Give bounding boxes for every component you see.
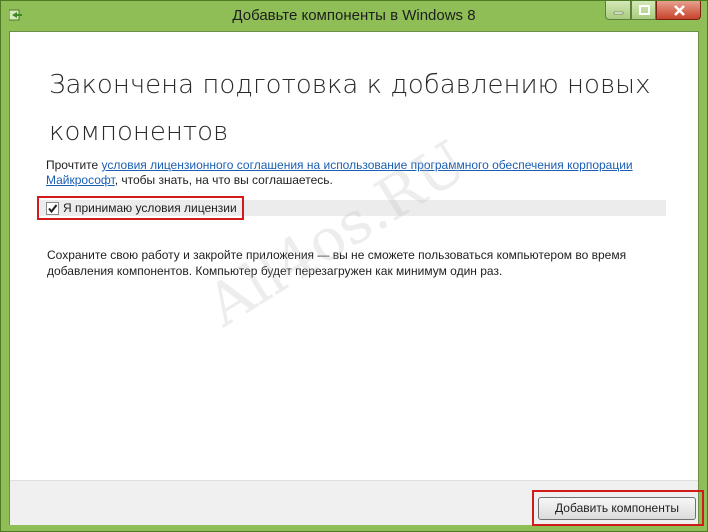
close-button[interactable] <box>656 1 701 20</box>
add-components-button[interactable]: Добавить компоненты <box>538 497 696 520</box>
restart-notice: Сохраните свою работу и закройте приложе… <box>47 248 627 278</box>
close-icon <box>674 5 685 16</box>
minimize-icon <box>613 11 624 15</box>
license-prefix: Прочтите <box>46 158 102 172</box>
window-title: Добавьте компоненты в Windows 8 <box>232 7 476 24</box>
app-window: Добавьте компоненты в Windows 8 Закончен… <box>0 0 708 532</box>
accept-highlight-frame <box>37 196 244 220</box>
license-suffix: , чтобы знать, на что вы соглашаетесь. <box>114 173 333 187</box>
maximize-button[interactable] <box>631 1 656 20</box>
maximize-icon <box>639 5 650 15</box>
dialog-content: Закончена подготовка к добавлению новых … <box>9 31 704 526</box>
minimize-button[interactable] <box>605 1 631 20</box>
license-statement: Прочтите условия лицензионного соглашени… <box>46 158 666 188</box>
page-title: Закончена подготовка к добавлению новых … <box>49 70 651 147</box>
title-bar[interactable]: Добавьте компоненты в Windows 8 <box>1 1 707 31</box>
